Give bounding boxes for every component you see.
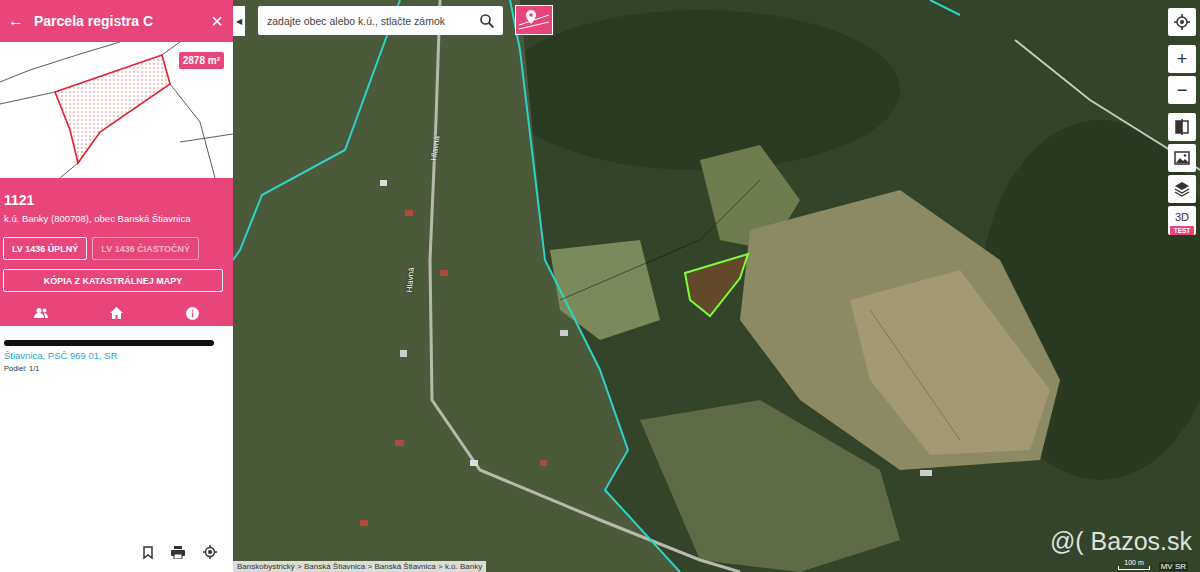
map-control[interactable]: [1168, 8, 1196, 36]
parcel-polygon: [55, 55, 170, 163]
cadastral-boundary: [930, 0, 960, 15]
forest-patch: [500, 10, 900, 170]
owner-address[interactable]: Štiavnica, PSČ 969 01, SR: [4, 350, 229, 361]
map-control[interactable]: [1168, 144, 1196, 172]
people-icon: [34, 307, 48, 319]
houses: [360, 180, 932, 526]
bookmark-icon: [143, 546, 153, 559]
map-control[interactable]: +: [1168, 45, 1196, 73]
zoom-label: +: [1177, 50, 1188, 68]
test-badge: TEST: [1170, 226, 1195, 235]
owner-section: Štiavnica, PSČ 969 01, SR Podiel: 1/1: [0, 326, 233, 532]
parcel-thumbnail: 2878 m²: [0, 42, 233, 178]
parcel-pick-button[interactable]: [515, 5, 553, 35]
panel-tab[interactable]: [154, 300, 230, 326]
image-icon: [1174, 150, 1190, 166]
print-icon: [171, 546, 185, 559]
map-controls: + − 3D TEST: [1168, 8, 1196, 235]
parcel-panel: ← Parcela registra C × 2878 m² 1121 k.ú. Bank…: [0, 0, 233, 572]
3d-label: 3D: [1175, 211, 1189, 223]
parcel-location: k.ú. Banky (800708), obec Banská Štiavni…: [3, 213, 230, 224]
locate-icon: [1174, 14, 1190, 30]
scale-label: 100 m: [1124, 559, 1143, 566]
cadastral-boundary: [510, 0, 680, 572]
panel-tabs: [3, 300, 230, 326]
search-box: [258, 6, 503, 35]
map-view[interactable]: HlavnáHlavná◀+−3DTESTBanskobystrický > B…: [233, 0, 1200, 572]
redacted-owner-name: [4, 340, 214, 346]
scale-line: [1118, 566, 1150, 570]
attribution: MV SR: [1159, 562, 1188, 571]
close-button[interactable]: ×: [209, 10, 225, 33]
zoom-label: −: [1177, 81, 1188, 99]
map-control[interactable]: −: [1168, 76, 1196, 104]
locate-icon: [203, 545, 217, 559]
3d-toggle: 3D TEST: [1170, 206, 1195, 235]
satellite-map: [233, 0, 1200, 572]
cadastre-app: ← Parcela registra C × 2878 m² 1121 k.ú. Bank…: [0, 0, 1200, 572]
field-line: [870, 310, 960, 440]
footer-action[interactable]: [143, 546, 153, 559]
meadow: [640, 400, 900, 572]
map-copy-button[interactable]: KÓPIA Z KATASTRÁLNEJ MAPY: [3, 269, 223, 292]
village-area: [233, 0, 680, 572]
boundary-line: [0, 92, 55, 104]
search-icon[interactable]: [480, 14, 494, 28]
scale-bar: 100 m: [1118, 559, 1150, 570]
boundary-line: [162, 42, 180, 55]
boundary-line: [180, 134, 233, 142]
house-icon: [110, 307, 123, 319]
road-label: Hlavná: [405, 267, 416, 292]
cadastral-boundary: [233, 0, 400, 260]
selected-parcel[interactable]: [685, 254, 748, 316]
field-strips: [850, 270, 1050, 455]
compare-icon: [1175, 119, 1189, 135]
lv-button: LV 1436 ČIASTOČNÝ: [92, 237, 199, 260]
panel-header: ← Parcela registra C ×: [0, 0, 233, 42]
panel-footer: [0, 532, 233, 572]
panel-title: Parcela registra C: [34, 13, 199, 29]
watermark: @( Bazos.sk: [1050, 527, 1192, 556]
map-control[interactable]: [1168, 113, 1196, 141]
info-icon: [186, 307, 199, 320]
footer-action[interactable]: [203, 545, 217, 559]
lv-button[interactable]: LV 1436 ÚPLNÝ: [3, 237, 87, 260]
meadow: [550, 240, 660, 340]
panel-tab[interactable]: [79, 300, 155, 326]
collapse-panel-button[interactable]: ◀: [233, 6, 245, 36]
lv-buttons: LV 1436 ÚPLNÝLV 1436 ČIASTOČNÝ: [3, 237, 230, 260]
back-button[interactable]: ←: [8, 12, 24, 30]
boundary-line: [170, 84, 215, 178]
parcel-number: 1121: [3, 192, 230, 208]
panel-tab[interactable]: [3, 300, 79, 326]
layers-icon: [1174, 181, 1190, 197]
search-input[interactable]: [267, 15, 474, 27]
map-pin-icon: [519, 9, 549, 31]
footer-action[interactable]: [171, 546, 185, 559]
owner-share: Podiel: 1/1: [4, 364, 229, 373]
map-control[interactable]: 3D TEST: [1168, 206, 1196, 235]
location-breadcrumb: Banskobystrický > Banská Štiavnica > Ban…: [233, 561, 486, 572]
boundary-line: [60, 163, 78, 178]
area-badge: 2878 m²: [179, 52, 224, 69]
parcel-info: 1121 k.ú. Banky (800708), obec Banská Šti…: [0, 178, 233, 326]
map-control[interactable]: [1168, 175, 1196, 203]
